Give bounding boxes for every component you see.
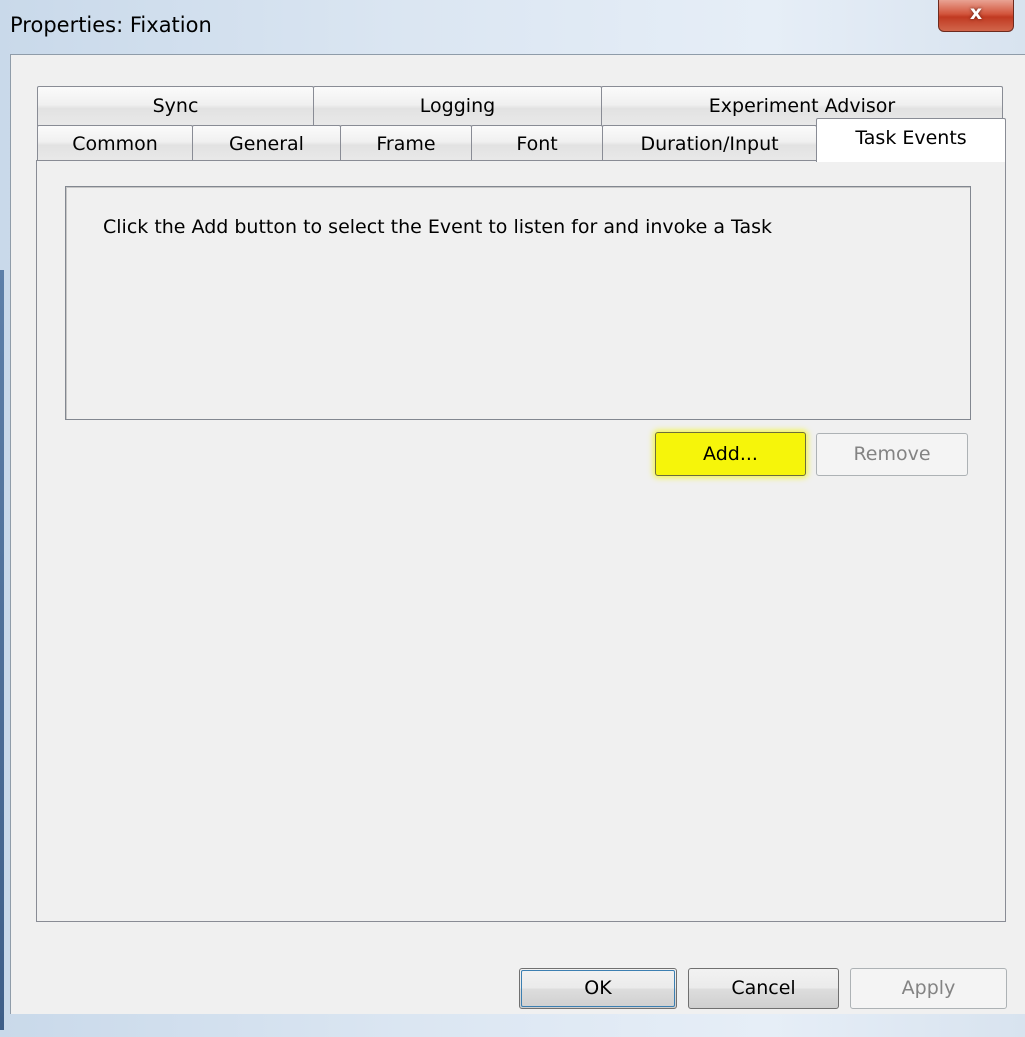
properties-dialog: Properties: Fixation x Sync Logging Expe… [0,0,1025,1037]
tab-frame[interactable]: Frame [340,125,472,161]
tab-font[interactable]: Font [471,125,603,161]
apply-button[interactable]: Apply [850,968,1007,1009]
tab-task-events[interactable]: Task Events [816,118,1006,162]
cancel-button[interactable]: Cancel [688,968,839,1009]
remove-event-button[interactable]: Remove [816,433,968,476]
close-icon: x [969,1,983,24]
tab-common[interactable]: Common [37,125,193,161]
add-event-button[interactable]: Add... [655,432,806,476]
window-title: Properties: Fixation [10,13,212,37]
tab-logging[interactable]: Logging [313,86,602,126]
window-frame-accent [0,270,4,1030]
tab-duration-input[interactable]: Duration/Input [602,125,817,161]
title-bar[interactable]: Properties: Fixation x [0,0,1025,54]
tab-general[interactable]: General [192,125,341,161]
tab-sync[interactable]: Sync [37,86,314,126]
ok-button[interactable]: OK [519,968,677,1009]
task-events-instruction: Click the Add button to select the Event… [103,216,773,238]
close-button[interactable]: x [938,0,1014,32]
